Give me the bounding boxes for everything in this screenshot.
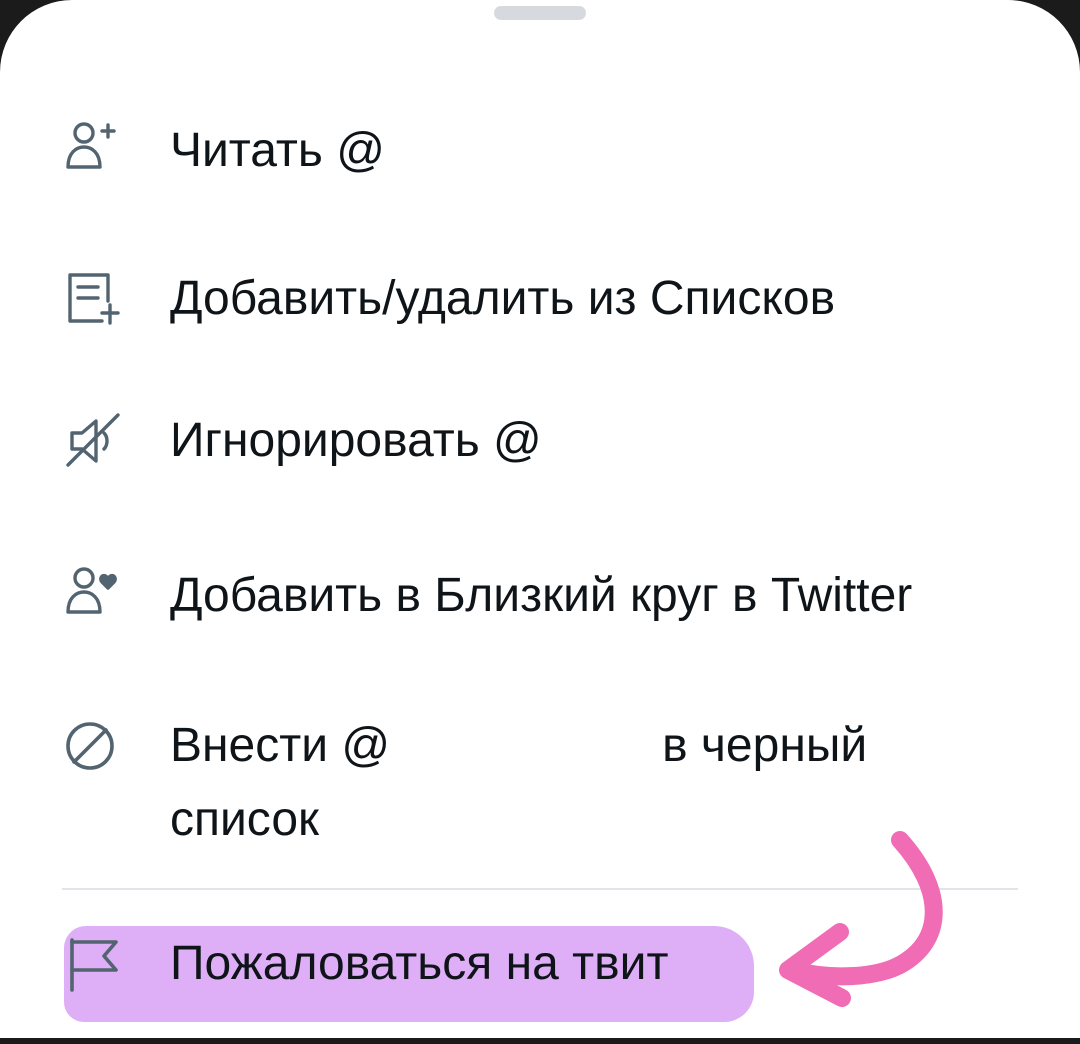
redacted-username xyxy=(390,718,663,779)
block-label-part2: в черный xyxy=(662,719,868,772)
list-add-icon xyxy=(62,267,126,331)
menu-item-label: Пожаловаться на твит xyxy=(170,937,669,990)
bottom-edge xyxy=(0,1038,1080,1044)
block-icon xyxy=(62,714,126,778)
menu-item-follow[interactable]: Читать @ xyxy=(0,115,1080,187)
menu-item-mute[interactable]: Игнорировать @ xyxy=(0,405,1080,477)
follow-icon xyxy=(62,117,126,181)
close-circle-icon xyxy=(62,562,126,626)
block-label-part1: Внести @ xyxy=(170,719,391,772)
flag-icon xyxy=(62,932,126,996)
menu-item-label: Добавить в Близкий круг в Twitter xyxy=(170,569,913,622)
menu-item-label: Игнорировать @ xyxy=(170,414,542,467)
bottom-sheet: Читать @ Добавить/удалить из Списков Игн… xyxy=(0,0,1080,1040)
drag-handle[interactable] xyxy=(494,6,586,20)
menu-item-label-line2: список xyxy=(170,793,320,846)
pink-arrow-icon xyxy=(779,831,943,1007)
menu-item-label: Читать @ xyxy=(170,124,385,177)
mute-icon xyxy=(62,409,126,473)
menu-item-circle[interactable]: Добавить в Близкий круг в Twitter xyxy=(0,560,1080,632)
menu-item-label-line1: Внести @ в черный xyxy=(170,710,867,782)
menu-item-label: Добавить/удалить из Списков xyxy=(170,272,836,325)
menu-item-lists[interactable]: Добавить/удалить из Списков xyxy=(0,263,1080,335)
